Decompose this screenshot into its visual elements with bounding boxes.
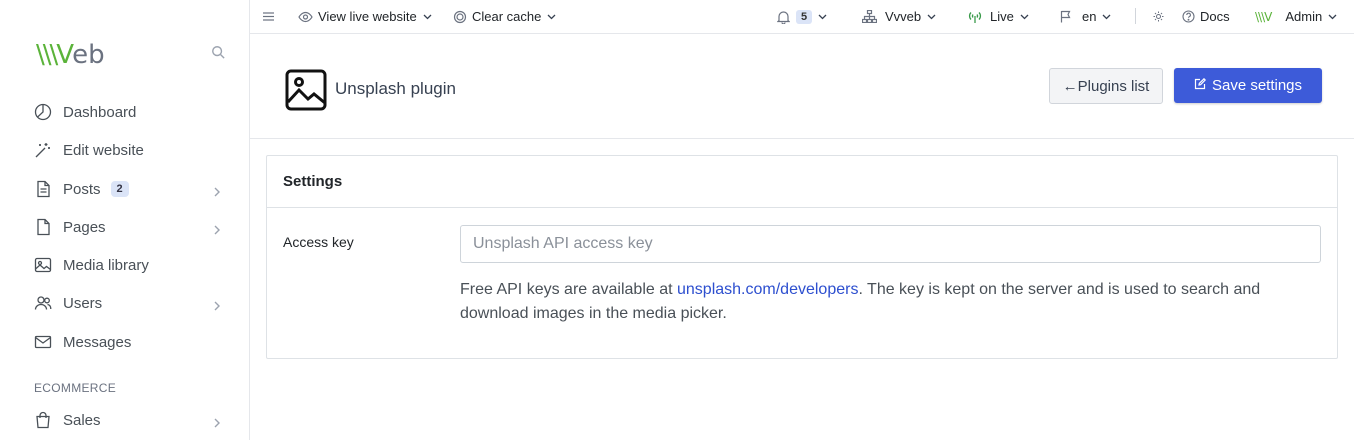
users-icon: [34, 294, 52, 312]
sidebar-item-sales[interactable]: Sales: [0, 402, 249, 438]
document-icon: [34, 180, 52, 198]
notifications-button[interactable]: 5: [777, 0, 827, 33]
image-icon: [285, 69, 327, 111]
clear-cache-label: Clear cache: [472, 9, 542, 24]
view-live-website-label: View live website: [318, 9, 417, 24]
site-name-label: Vvveb: [885, 9, 922, 24]
sidebar-item-label: Pages: [63, 218, 106, 236]
unsplash-developers-link[interactable]: unsplash.com/developers: [677, 281, 858, 298]
search-icon[interactable]: [211, 45, 227, 61]
plugins-list-button[interactable]: ← Plugins list: [1049, 68, 1163, 104]
flag-icon: [1060, 10, 1072, 23]
access-key-help-text: Free API keys are available at unsplash.…: [460, 278, 1320, 326]
sidebar-item-label: Messages: [63, 333, 132, 351]
chevron-right-icon: [213, 222, 223, 235]
posts-count-badge: 2: [110, 181, 129, 197]
section-title-ecommerce: ECOMMERCE: [34, 381, 117, 395]
logo-row: \\\V eb: [36, 40, 236, 70]
page-title: Unsplash plugin: [335, 79, 456, 98]
theme-toggle-button[interactable]: [1153, 0, 1164, 33]
arrow-left-icon: ←: [1062, 77, 1078, 95]
chevron-down-icon: [423, 14, 432, 20]
top-bar: View live website Clear cache 5 Vvveb Li…: [250, 0, 1354, 34]
user-name-label: Admin: [1285, 9, 1323, 24]
sidebar-item-label: Sales: [63, 411, 101, 429]
toolbar-divider: [1135, 8, 1136, 24]
site-status-button[interactable]: Live: [968, 0, 1029, 33]
sidebar: \\\V eb Dashboard Edit website Posts 2 Pa…: [0, 0, 250, 440]
sidebar-item-dashboard[interactable]: Dashboard: [0, 94, 249, 130]
chevron-down-icon: [1328, 14, 1337, 20]
logo-text: eb: [72, 40, 105, 70]
sidebar-item-label: Dashboard: [63, 103, 137, 121]
chevron-right-icon: [213, 415, 223, 428]
page-icon: [34, 218, 52, 236]
dashboard-icon: [34, 103, 52, 121]
sitemap-icon: [862, 10, 877, 23]
settings-card: Settings Access key Free API keys are av…: [266, 155, 1338, 359]
plugins-list-label: Plugins list: [1077, 77, 1150, 95]
view-live-website-button[interactable]: View live website: [298, 0, 432, 33]
chevron-right-icon: [213, 184, 223, 197]
docs-label: Docs: [1200, 9, 1230, 24]
chevron-down-icon: [1020, 14, 1029, 20]
docs-link[interactable]: Docs: [1182, 0, 1230, 33]
broadcast-icon: [968, 10, 982, 23]
save-settings-button[interactable]: Save settings: [1174, 68, 1322, 103]
language-label: en: [1082, 9, 1097, 24]
sidebar-item-edit-website[interactable]: Edit website: [0, 132, 249, 168]
clear-cache-button[interactable]: Clear cache: [453, 0, 556, 33]
chevron-right-icon: [213, 298, 223, 311]
site-status-label: Live: [990, 9, 1014, 24]
chevron-down-icon: [818, 14, 827, 20]
help-circle-icon: [1182, 10, 1195, 23]
sidebar-item-messages[interactable]: Messages: [0, 324, 249, 360]
language-selector-button[interactable]: en: [1060, 0, 1111, 33]
sidebar-item-label: Posts: [63, 180, 101, 198]
vvveb-avatar-icon: \\\V: [1255, 9, 1272, 24]
sidebar-item-label: Users: [63, 294, 103, 312]
chevron-down-icon: [547, 14, 556, 20]
eye-icon: [298, 11, 313, 23]
shopping-bag-icon: [34, 411, 52, 429]
sidebar-item-media-library[interactable]: Media library: [0, 247, 249, 283]
hamburger-icon: [263, 12, 274, 21]
sun-icon: [1153, 11, 1164, 22]
sidebar-item-label: Edit website: [63, 141, 144, 159]
image-icon: [34, 256, 52, 274]
site-selector-button[interactable]: Vvveb: [862, 0, 936, 33]
menu-toggle-button[interactable]: [263, 0, 274, 33]
save-settings-label: Save settings: [1211, 77, 1303, 94]
sidebar-item-users[interactable]: Users: [0, 285, 249, 321]
notifications-count-badge: 5: [796, 9, 813, 24]
logo[interactable]: \\\V eb: [36, 40, 105, 70]
chevron-down-icon: [1102, 14, 1111, 20]
user-menu-button[interactable]: \\\V Admin: [1255, 0, 1337, 33]
access-key-label: Access key: [283, 234, 354, 250]
edit-icon: [1194, 77, 1212, 94]
page-header: Unsplash plugin ← Plugins list Save setti…: [250, 34, 1354, 139]
magic-wand-icon: [34, 141, 52, 159]
chevron-down-icon: [927, 14, 936, 20]
sidebar-item-posts[interactable]: Posts 2: [0, 171, 249, 207]
bell-icon: [777, 10, 790, 24]
help-text-prefix: Free API keys are available at: [460, 281, 677, 298]
sidebar-item-label: Media library: [63, 256, 149, 274]
envelope-icon: [34, 333, 52, 351]
settings-card-header: Settings: [267, 156, 1337, 208]
sidebar-item-pages[interactable]: Pages: [0, 209, 249, 245]
refresh-icon: [453, 10, 467, 24]
access-key-input[interactable]: [460, 225, 1321, 263]
logo-mark: \\\V: [36, 40, 74, 70]
